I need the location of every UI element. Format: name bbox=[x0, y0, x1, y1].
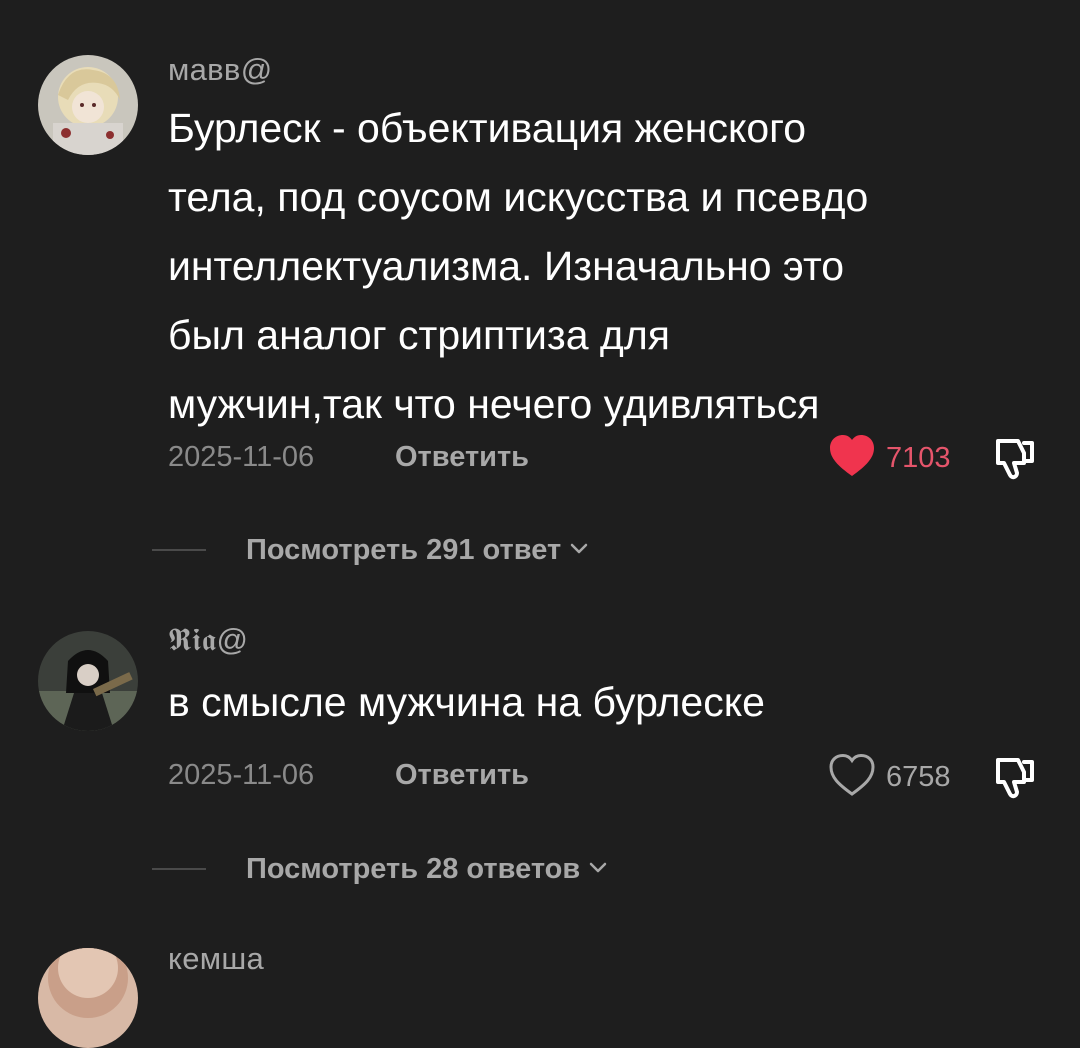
divider bbox=[152, 549, 206, 551]
reply-button[interactable]: Ответить bbox=[395, 441, 529, 474]
comment-username[interactable]: кемша bbox=[168, 941, 264, 977]
comment-text-line: тела, под соусом искусства и псевдо bbox=[168, 174, 869, 220]
comment-text: Бурлеск - объективация женского тела, по… bbox=[168, 94, 1058, 439]
like-count: 7103 bbox=[886, 441, 951, 474]
thumbs-down-icon bbox=[990, 758, 1040, 806]
avatar[interactable] bbox=[38, 631, 138, 731]
dislike-button[interactable] bbox=[990, 433, 1040, 483]
divider bbox=[152, 868, 206, 870]
like-count: 6758 bbox=[886, 760, 951, 793]
like-button[interactable]: 7103 bbox=[828, 433, 951, 483]
comment-username[interactable]: мавв@ bbox=[168, 52, 272, 88]
chevron-down-icon bbox=[580, 860, 608, 879]
comment-text: в смысле мужчина на бурлеске bbox=[168, 668, 1058, 737]
chevron-down-icon bbox=[561, 541, 589, 560]
thumbs-down-icon bbox=[990, 439, 1040, 487]
comment-date: 2025-11-06 bbox=[168, 759, 315, 791]
like-button[interactable]: 6758 bbox=[828, 752, 951, 802]
avatar[interactable] bbox=[38, 948, 138, 1048]
heart-icon bbox=[828, 434, 876, 483]
view-replies-button[interactable]: Посмотреть 28 ответов bbox=[152, 849, 608, 889]
comment-text-line: Бурлеск - объективация женского bbox=[168, 105, 807, 151]
comment-date: 2025-11-06 bbox=[168, 441, 315, 473]
comment-text-line: интеллектуализма. Изначально это bbox=[168, 243, 845, 289]
avatar[interactable] bbox=[38, 55, 138, 155]
comment-username[interactable]: 𝕽𝖎𝖆@ bbox=[168, 622, 248, 659]
comment-text-line: мужчин,так что нечего удивляться bbox=[168, 381, 820, 427]
dislike-button[interactable] bbox=[990, 752, 1040, 802]
heart-icon bbox=[828, 753, 876, 802]
comment-text-line: в смысле мужчина на бурлеске bbox=[168, 679, 765, 725]
reply-button[interactable]: Ответить bbox=[395, 759, 529, 792]
comment-text-line: был аналог стриптиза для bbox=[168, 312, 670, 358]
view-replies-label: Посмотреть 291 ответ bbox=[246, 533, 562, 566]
view-replies-button[interactable]: Посмотреть 291 ответ bbox=[152, 530, 589, 570]
view-replies-label: Посмотреть 28 ответов bbox=[246, 852, 581, 885]
